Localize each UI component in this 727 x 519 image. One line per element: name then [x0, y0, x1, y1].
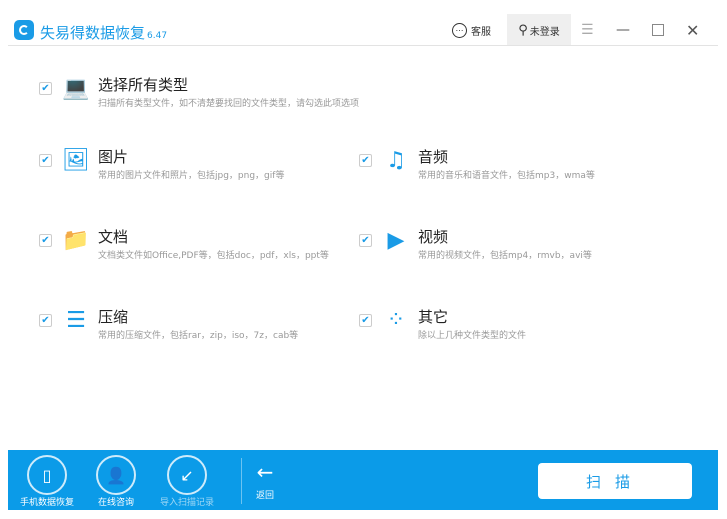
other-icon: ⁘	[386, 307, 406, 333]
type-checkbox[interactable]: ✔	[39, 234, 52, 247]
type-title[interactable]: 压缩	[98, 306, 128, 327]
person-icon: 👤	[96, 455, 136, 495]
scan-button[interactable]: 扫描	[538, 463, 692, 499]
type-title[interactable]: 视频	[418, 226, 448, 247]
arrow-left-icon: ←	[256, 460, 274, 484]
bar-divider	[241, 458, 242, 504]
login-label: 未登录	[529, 26, 560, 38]
type-title[interactable]: 音频	[418, 146, 448, 167]
image-icon: 🖼	[62, 147, 90, 173]
type-desc: 常用的音乐和语音文件，包括mp3，wma等	[418, 171, 595, 181]
type-checkbox[interactable]: ✔	[39, 314, 52, 327]
type-title[interactable]: 文档	[98, 226, 128, 247]
app-title: 失易得数据恢复 6.47	[40, 22, 167, 43]
login-button[interactable]: ⚲ 未登录	[507, 14, 571, 46]
consult-label: 在线咨询	[97, 498, 134, 508]
type-desc: 常用的视频文件，包括mp4，rmvb，avi等	[418, 251, 592, 261]
user-icon: ⚲	[518, 22, 528, 38]
archive-icon: ☰	[66, 307, 86, 333]
close-button[interactable]: ✕	[686, 14, 699, 46]
import-icon: ↙	[167, 455, 207, 495]
divider	[8, 45, 718, 46]
phone-icon: ▯	[27, 455, 67, 495]
type-checkbox[interactable]: ✔	[359, 314, 372, 327]
type-checkbox[interactable]: ✔	[39, 154, 52, 167]
play-icon: ▶	[387, 227, 405, 253]
import-button[interactable]: ↙ 导入扫描记录	[155, 455, 219, 508]
back-button[interactable]: ← 返回	[256, 460, 274, 501]
type-desc: 文档类文件如Office,PDF等，包括doc，pdf，xls，ppt等	[98, 251, 329, 261]
type-desc: 常用的图片文件和照片，包括jpg，png，gif等	[98, 171, 285, 181]
service-button[interactable]: … 客服	[452, 14, 491, 46]
app-version: 6.47	[147, 31, 168, 41]
type-desc: 扫描所有类型文件，如不清楚要找回的文件类型，请勾选此项选项	[98, 99, 360, 109]
music-icon: ♫	[386, 147, 406, 173]
folder-icon: 📁	[62, 227, 90, 253]
menu-icon[interactable]: ☰	[581, 14, 594, 46]
type-desc: 常用的压缩文件，包括rar，zip，iso，7z，cab等	[98, 331, 299, 341]
app-logo	[14, 20, 34, 40]
laptop-icon: 💻	[62, 75, 90, 101]
minimize-button[interactable]: —	[616, 14, 630, 46]
consult-button[interactable]: 👤 在线咨询	[90, 455, 142, 508]
phone-label: 手机数据恢复	[19, 498, 74, 508]
service-label: 客服	[471, 26, 491, 38]
phone-recovery-button[interactable]: ▯ 手机数据恢复	[16, 455, 78, 508]
app-name: 失易得数据恢复	[40, 24, 146, 42]
chat-icon: …	[452, 22, 467, 38]
type-checkbox[interactable]: ✔	[359, 154, 372, 167]
type-title[interactable]: 图片	[98, 146, 128, 167]
type-checkbox[interactable]: ✔	[359, 234, 372, 247]
type-title[interactable]: 其它	[418, 306, 448, 327]
import-label: 导入扫描记录	[159, 498, 214, 508]
type-checkbox[interactable]: ✔	[39, 82, 52, 95]
type-title[interactable]: 选择所有类型	[98, 74, 188, 95]
back-label: 返回	[256, 491, 275, 501]
type-desc: 除以上几种文件类型的文件	[418, 331, 527, 341]
maximize-button[interactable]	[652, 14, 664, 46]
